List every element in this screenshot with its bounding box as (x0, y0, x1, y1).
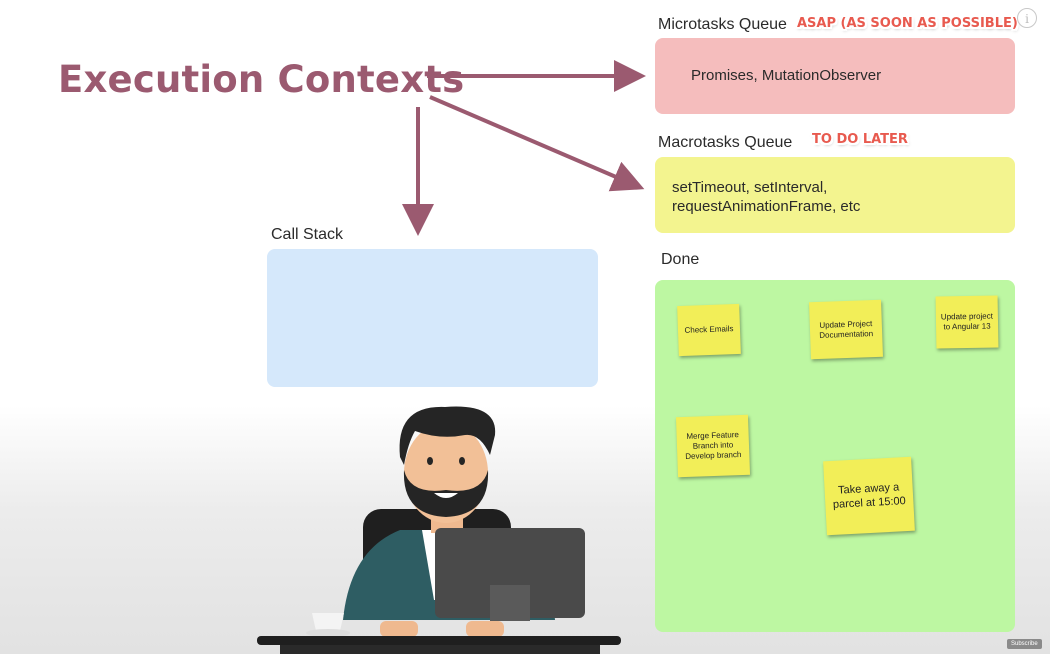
microtasks-queue-box: Promises, MutationObserver (655, 38, 1015, 114)
call-stack-box (267, 249, 598, 387)
done-label: Done (661, 251, 700, 268)
subscribe-badge[interactable]: Subscribe (1007, 639, 1042, 649)
info-icon[interactable]: i (1017, 8, 1037, 28)
sticky-note: Take away a parcel at 15:00 (823, 456, 915, 536)
sticky-note: Merge Feature Branch into Develop branch (675, 414, 751, 478)
macrotasks-label: Macrotasks Queue (658, 134, 793, 151)
macrotasks-tag: TO DO LATER (812, 132, 908, 147)
microtasks-label: Microtasks Queue (658, 16, 787, 33)
microtasks-content: Promises, MutationObserver (691, 67, 882, 84)
macrotasks-queue-box: setTimeout, setInterval, requestAnimatio… (655, 157, 1015, 233)
microtasks-tag: ASAP (AS SOON AS POSSIBLE) (797, 16, 1018, 31)
arrow-to-macrotasks (429, 95, 645, 192)
sticky-note: Update project to Angular 13 (935, 295, 999, 349)
macrotasks-line-2: requestAnimationFrame, etc (672, 198, 861, 215)
sticky-note: Check Emails (677, 303, 741, 357)
sticky-note: Update Project Documentation (809, 299, 883, 360)
macrotasks-line-1: setTimeout, setInterval, (672, 179, 828, 196)
call-stack-label: Call Stack (271, 226, 344, 243)
done-board: Check Emails Update Project Documentatio… (655, 280, 1015, 632)
developer-illustration (257, 406, 621, 654)
